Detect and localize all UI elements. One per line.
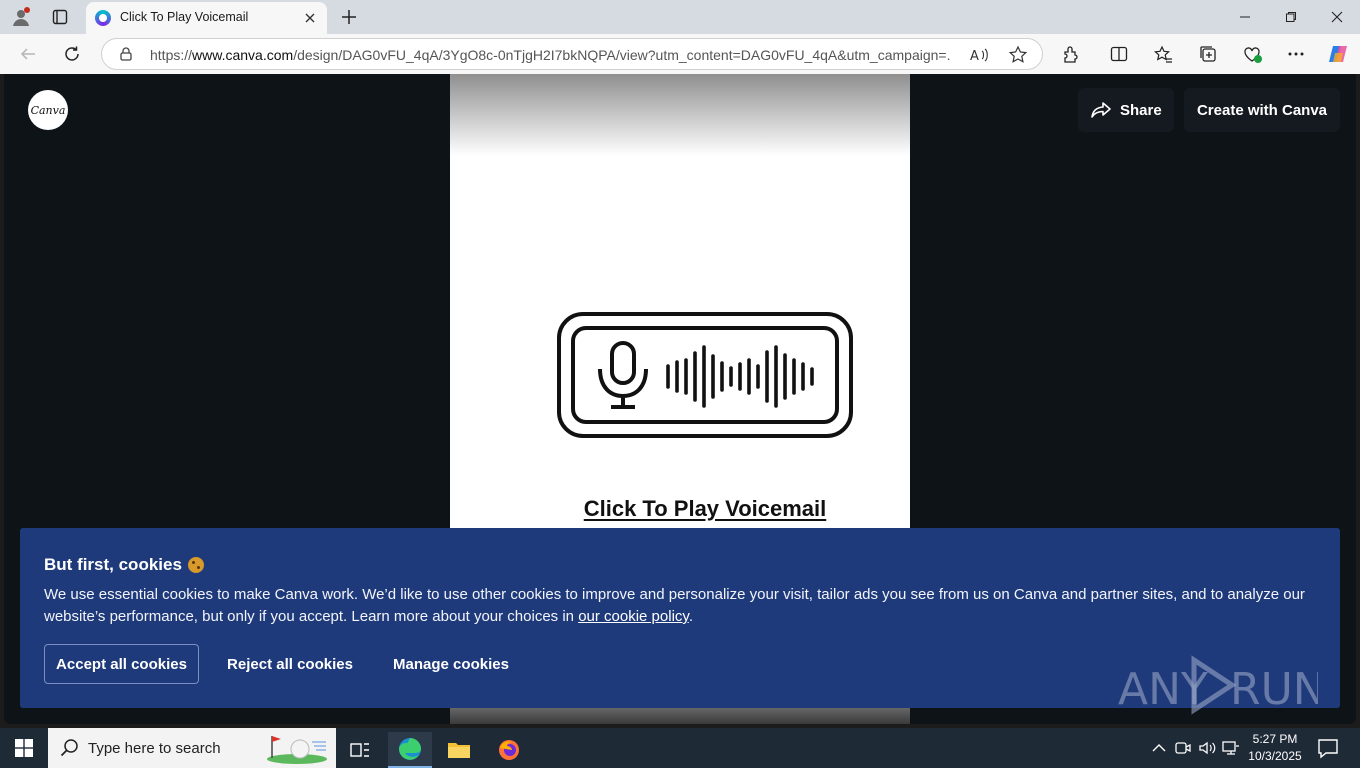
cookie-banner-text: We use essential cookies to make Canva w…: [44, 586, 1305, 625]
back-icon[interactable]: [14, 41, 42, 67]
minimize-icon[interactable]: [1222, 0, 1268, 34]
show-hidden-icons-icon[interactable]: [1150, 739, 1168, 757]
windows-start-icon[interactable]: [0, 728, 48, 768]
split-screen-icon[interactable]: [1107, 42, 1131, 66]
close-window-icon[interactable]: [1314, 0, 1360, 34]
windows-taskbar: Type here to search 5:27 PM 10/3/2025: [0, 728, 1360, 768]
site-info-lock-icon[interactable]: [118, 46, 134, 62]
browser-tab-bar: Click To Play Voicemail: [0, 0, 1360, 34]
manage-cookies-button[interactable]: Manage cookies: [380, 644, 522, 684]
watermark-right: RUN: [1230, 664, 1318, 715]
tab-title: Click To Play Voicemail: [120, 10, 249, 24]
firefox-icon[interactable]: [487, 732, 531, 768]
task-view-icon[interactable]: [338, 732, 382, 768]
clock-date: 10/3/2025: [1248, 749, 1302, 763]
page-top-gradient: [450, 74, 910, 156]
cookie-consent-banner: But first, cookies We use essential cook…: [20, 528, 1340, 715]
edge-taskbar-icon[interactable]: [388, 732, 432, 768]
read-aloud-icon[interactable]: A: [968, 44, 990, 66]
close-tab-icon[interactable]: [301, 9, 319, 27]
file-explorer-icon[interactable]: [437, 732, 481, 768]
meet-now-icon[interactable]: [1174, 739, 1192, 757]
favorites-icon[interactable]: [1151, 42, 1175, 66]
profile-icon[interactable]: [8, 5, 34, 29]
taskbar-search-box[interactable]: Type here to search: [48, 728, 336, 768]
cookie-policy-link[interactable]: our cookie policy: [578, 608, 689, 625]
volume-icon[interactable]: [1198, 739, 1216, 757]
share-label: Share: [1120, 101, 1162, 119]
restore-icon[interactable]: [1268, 0, 1314, 34]
extensions-icon[interactable]: [1059, 42, 1083, 66]
tab-actions-icon[interactable]: [47, 5, 73, 29]
accept-all-cookies-button[interactable]: Accept all cookies: [44, 644, 199, 684]
new-tab-icon[interactable]: [336, 4, 362, 30]
browser-essentials-icon[interactable]: [1240, 42, 1264, 66]
click-to-play-voicemail-link[interactable]: Click To Play Voicemail: [450, 496, 960, 522]
golf-highlight-icon: [267, 736, 327, 764]
share-button[interactable]: Share: [1078, 88, 1174, 132]
collections-icon[interactable]: [1196, 42, 1220, 66]
network-icon[interactable]: [1222, 739, 1240, 757]
cookie-icon: [187, 557, 204, 573]
search-placeholder: Type here to search: [88, 740, 221, 757]
address-bar[interactable]: https://www.canva.com/design/DAG0vFU_4qA…: [101, 38, 1043, 70]
anyrun-watermark-logo: ANY RUN: [1118, 655, 1318, 715]
page-bottom-shade: [450, 706, 910, 724]
settings-more-icon[interactable]: [1284, 42, 1308, 66]
notification-center-icon[interactable]: [1316, 737, 1340, 759]
browser-toolbar: https://www.canva.com/design/DAG0vFU_4qA…: [0, 34, 1360, 74]
voicemail-microphone-icon[interactable]: [556, 311, 854, 439]
url-text: https://www.canva.com/design/DAG0vFU_4qA…: [150, 47, 950, 63]
canva-logo[interactable]: Canva: [28, 90, 68, 130]
taskbar-clock[interactable]: 5:27 PM 10/3/2025: [1244, 731, 1306, 765]
canva-favicon-icon: [95, 10, 111, 26]
svg-text:A: A: [970, 49, 979, 64]
favorite-star-icon[interactable]: [1007, 44, 1029, 66]
share-arrow-icon: [1091, 102, 1111, 118]
create-with-canva-button[interactable]: Create with Canva: [1184, 88, 1340, 132]
clock-time: 5:27 PM: [1252, 732, 1298, 746]
copilot-icon[interactable]: [1326, 42, 1350, 66]
reject-all-cookies-button[interactable]: Reject all cookies: [214, 644, 366, 684]
refresh-icon[interactable]: [58, 41, 86, 67]
search-icon: [60, 739, 78, 757]
active-tab[interactable]: Click To Play Voicemail: [86, 2, 327, 34]
cookie-banner-title: But first, cookies: [44, 555, 204, 575]
